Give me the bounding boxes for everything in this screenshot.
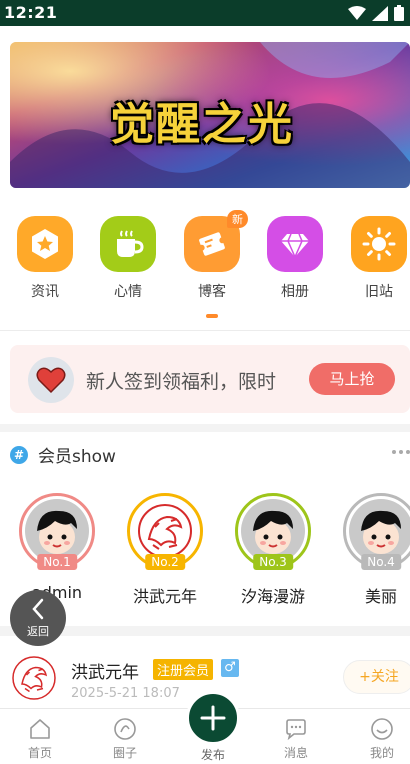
member-card[interactable]: No.1 admin (12, 493, 102, 602)
shortcut-album[interactable]: 相册 (260, 216, 330, 301)
member-name: 洪武元年 (132, 587, 197, 606)
banner-title: 觉醒之光 (110, 99, 294, 150)
shortcut-label: 心情 (114, 284, 142, 300)
circle-icon (114, 718, 136, 740)
page-indicator (206, 314, 218, 318)
status-bar: 12:21 (0, 0, 410, 26)
sun-icon (351, 216, 407, 272)
avatar: No.3 (235, 493, 311, 570)
members-header: # 会员show (10, 442, 116, 467)
shortcut-news[interactable]: 资讯 (10, 216, 80, 301)
member-card[interactable]: No.4 美丽 (336, 493, 410, 607)
avatar: No.1 (19, 493, 95, 570)
members-title: 会员show (38, 447, 116, 467)
wifi-icon (348, 5, 366, 20)
back-button[interactable]: 返回 (10, 590, 66, 646)
tab-home[interactable]: 首页 (0, 709, 80, 764)
avatar: No.4 (343, 493, 410, 570)
rank-badge: No.2 (145, 554, 185, 570)
shortcut-old-site[interactable]: 旧站 (344, 216, 410, 301)
tab-label: 消息 (283, 746, 308, 760)
battery-icon (394, 5, 404, 21)
shortcut-label: 资讯 (31, 284, 59, 300)
avatar: No.2 (127, 493, 203, 570)
smile-icon (371, 718, 393, 740)
home-icon (30, 719, 50, 739)
tab-mine[interactable]: 我的 (342, 709, 410, 764)
member-name: 美丽 (364, 587, 397, 606)
shortcut-mood[interactable]: 心情 (93, 216, 163, 301)
new-badge: 新 (227, 210, 248, 228)
chevron-left-icon (32, 598, 44, 620)
post-date: 2025-5-21 18:07 (71, 686, 180, 701)
post-username[interactable]: 洪武元年 (71, 658, 139, 683)
system-icons (348, 5, 404, 21)
status-time: 12:21 (4, 3, 58, 22)
more-icon[interactable] (392, 450, 410, 454)
back-label: 返回 (27, 625, 49, 638)
star-hexagon-icon (17, 216, 73, 272)
ticket-icon: 新 (184, 210, 248, 272)
diamond-icon (267, 216, 323, 272)
message-icon (286, 719, 306, 741)
divider (0, 330, 410, 331)
shortcut-grid: 资讯 心情 新 博客 相册 旧站 (0, 210, 410, 306)
tab-label: 我的 (369, 746, 394, 760)
member-card[interactable]: No.3 汐海漫游 (228, 493, 318, 607)
member-tag: 注册会员 (153, 659, 214, 680)
shortcut-label: 博客 (198, 284, 226, 300)
avatar[interactable] (10, 654, 58, 702)
signal-icon (372, 5, 388, 21)
tab-label: 首页 (27, 746, 52, 760)
plus-icon (200, 705, 226, 731)
heart-icon (28, 357, 74, 403)
tab-messages[interactable]: 消息 (256, 709, 336, 764)
banner-carousel[interactable]: 觉醒之光 (10, 42, 410, 188)
promo-text: 新人签到领福利，限时 (86, 371, 277, 393)
rank-badge: No.1 (37, 554, 77, 570)
rank-badge: No.3 (253, 554, 293, 570)
hashtag-icon: # (10, 445, 28, 464)
rank-badge: No.4 (361, 554, 401, 570)
shortcut-blog[interactable]: 新 博客 (177, 210, 248, 301)
coffee-cup-icon (100, 216, 156, 272)
male-icon: ♂ (221, 659, 239, 677)
follow-button[interactable]: +关注 (343, 660, 410, 694)
publish-label: 发布 (200, 748, 225, 762)
member-name: 汐海漫游 (240, 587, 305, 606)
publish-button[interactable] (186, 691, 240, 745)
section-separator (0, 424, 410, 432)
shortcut-label: 旧站 (365, 284, 393, 300)
tab-circle[interactable]: 圈子 (85, 709, 165, 764)
signin-promo-card[interactable]: 新人签到领福利，限时 马上抢 (10, 345, 410, 413)
member-card[interactable]: No.2 洪武元年 (120, 493, 210, 607)
shortcut-label: 相册 (281, 284, 309, 300)
grab-now-button[interactable]: 马上抢 (309, 363, 395, 395)
tab-label: 圈子 (112, 746, 137, 760)
